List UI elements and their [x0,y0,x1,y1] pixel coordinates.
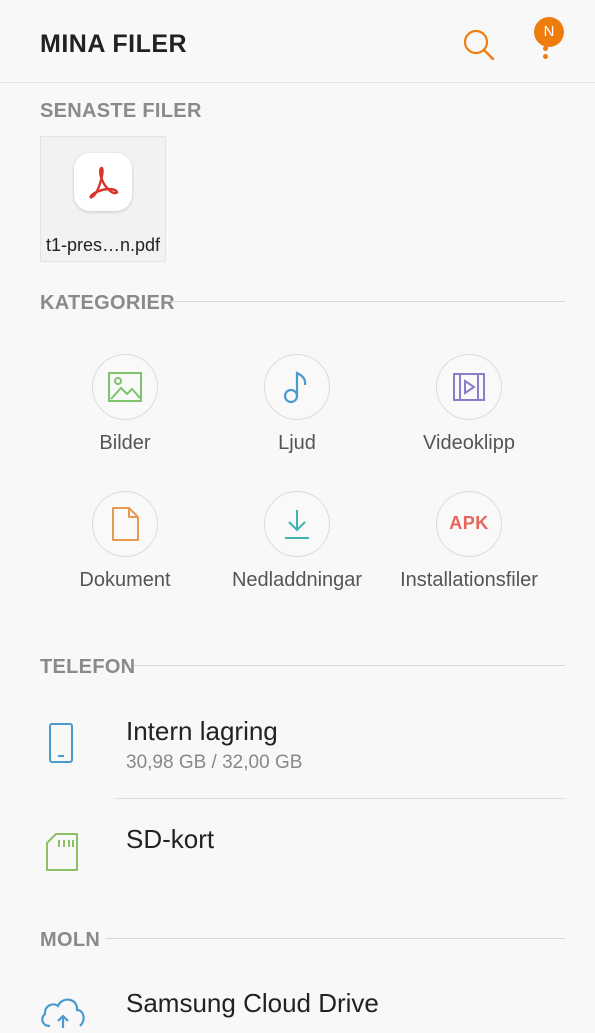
file-thumbnail [74,153,132,211]
pdf-icon [89,166,119,199]
category-documents[interactable]: Dokument [40,491,210,592]
section-divider [106,938,565,939]
search-button[interactable] [460,26,498,64]
video-icon [453,373,485,401]
category-label: Nedladdningar [231,569,363,591]
section-label-categories: KATEGORIER [40,292,175,314]
document-icon [112,507,139,541]
storage-name: Intern lagring [126,716,278,746]
more-vert-icon [543,46,548,62]
phone-icon [44,722,80,771]
cloud-icon [38,992,88,1033]
category-downloads[interactable]: Nedladdningar [212,491,382,592]
category-label: Dokument [79,569,171,591]
section-divider [134,665,565,666]
category-icon-circle [92,491,158,557]
section-label-cloud: MOLN [40,929,101,951]
category-icon-circle [92,354,158,420]
category-label: Ljud [278,432,316,454]
search-icon [463,29,495,61]
apk-icon: APK [449,513,489,533]
sd-card-icon [44,830,80,879]
notification-badge: N [534,17,564,47]
category-installation-files[interactable]: APK Installationsfiler [384,491,554,592]
category-icon-circle [436,354,502,420]
category-label: Bilder [99,432,151,454]
app-bar: MINA FILER N [0,0,595,83]
page-title: MINA FILER [40,30,188,58]
music-note-icon [283,371,307,404]
storage-name: Samsung Cloud Drive [126,988,379,1018]
more-options-button[interactable]: N [530,17,564,66]
storage-usage: 30,98 GB / 32,00 GB [126,752,303,773]
category-icon-circle [264,354,330,420]
section-label-recent: SENASTE FILER [40,100,202,122]
category-label: Installationsfiler [400,569,538,591]
category-icon-circle: APK [436,491,502,557]
category-label: Videoklipp [423,432,515,454]
category-images[interactable]: Bilder [40,354,210,455]
category-icon-circle [264,491,330,557]
category-videos[interactable]: Videoklipp [384,354,554,455]
storage-name: SD-kort [126,824,215,854]
list-divider [115,798,565,799]
recent-file-name: t1-pres…n.pdf [45,235,161,255]
image-icon [108,372,142,402]
storage-cloud-drive[interactable]: Samsung Cloud Drive [0,972,595,1028]
download-icon [285,510,309,539]
category-audio[interactable]: Ljud [212,354,382,455]
section-divider [168,301,565,302]
storage-internal[interactable]: Intern lagring 30,98 GB / 32,00 GB [0,700,595,796]
recent-file-card[interactable]: t1-pres…n.pdf [40,136,166,262]
section-label-phone: TELEFON [40,656,136,678]
storage-sd-card[interactable]: SD-kort [0,800,595,896]
